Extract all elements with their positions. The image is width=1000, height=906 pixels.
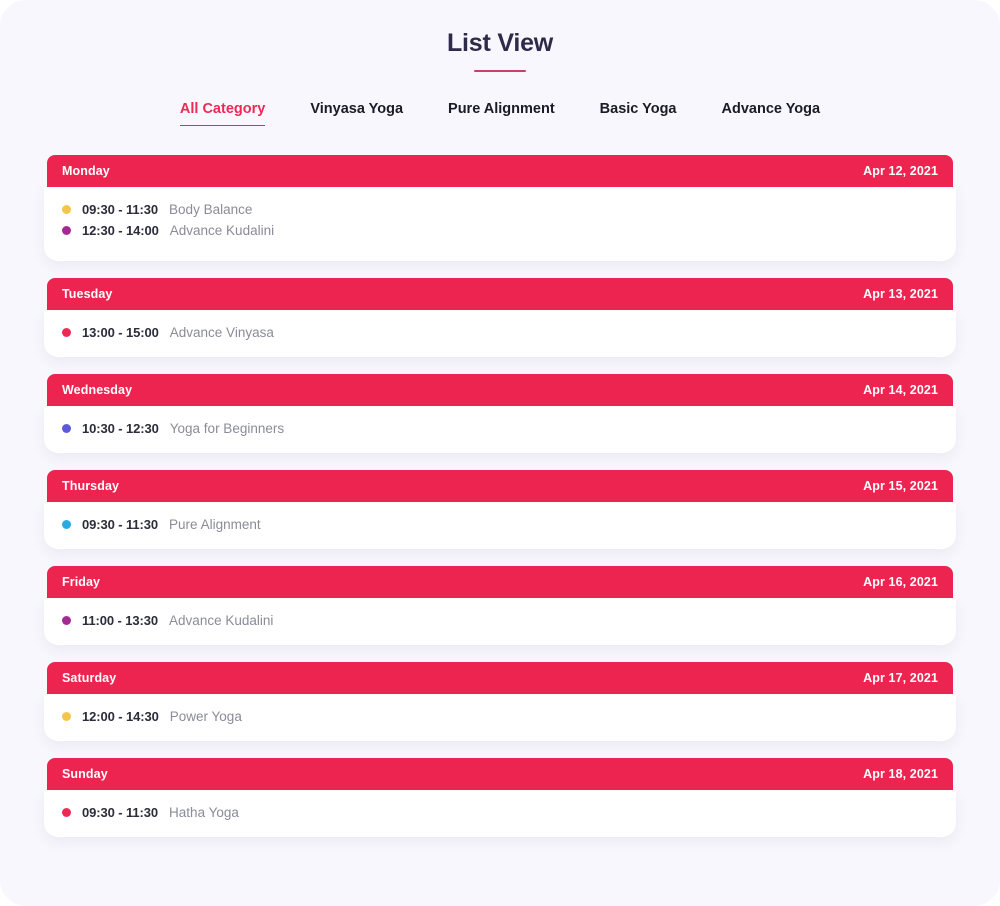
tab-vinyasa-yoga[interactable]: Vinyasa Yoga xyxy=(310,99,403,126)
day-body: 13:00 - 15:00 Advance Vinyasa xyxy=(44,310,956,357)
event-color-dot-icon xyxy=(62,328,71,337)
day-card: Sunday Apr 18, 2021 09:30 - 11:30 Hatha Yog… xyxy=(44,758,956,837)
day-card: Friday Apr 16, 2021 11:00 - 13:30 Advance K… xyxy=(44,566,956,645)
event-row[interactable]: 12:00 - 14:30 Power Yoga xyxy=(44,706,956,727)
day-body: 10:30 - 12:30 Yoga for Beginners xyxy=(44,406,956,453)
tab-advance-yoga[interactable]: Advance Yoga xyxy=(722,99,821,126)
day-header[interactable]: Saturday Apr 17, 2021 xyxy=(47,662,953,694)
page-title: List View xyxy=(446,29,554,57)
day-body: 09:30 - 11:30 Hatha Yoga xyxy=(44,790,956,837)
day-name: Monday xyxy=(62,164,110,178)
event-row[interactable]: 09:30 - 11:30 Pure Alignment xyxy=(44,514,956,535)
event-color-dot-icon xyxy=(62,205,71,214)
event-title: Advance Kudalini xyxy=(169,223,275,238)
list-view-page: List View All Category Vinyasa Yoga Pure A… xyxy=(0,0,1000,906)
event-title: Advance Vinyasa xyxy=(169,325,274,340)
event-time: 13:00 - 15:00 xyxy=(82,325,159,340)
day-list: Monday Apr 12, 2021 09:30 - 11:30 Body Bala… xyxy=(0,155,1000,837)
event-title: Body Balance xyxy=(169,202,253,217)
day-date: Apr 14, 2021 xyxy=(863,383,938,397)
day-date: Apr 16, 2021 xyxy=(863,575,938,589)
event-time: 10:30 - 12:30 xyxy=(82,421,159,436)
day-header[interactable]: Thursday Apr 15, 2021 xyxy=(47,470,953,502)
tab-basic-yoga[interactable]: Basic Yoga xyxy=(600,99,677,126)
day-header[interactable]: Monday Apr 12, 2021 xyxy=(47,155,953,187)
event-row[interactable]: 09:30 - 11:30 Body Balance xyxy=(44,199,956,220)
day-date: Apr 17, 2021 xyxy=(863,671,938,685)
event-time: 11:00 - 13:30 xyxy=(82,613,159,628)
tab-all-category[interactable]: All Category xyxy=(179,99,266,126)
event-time: 12:30 - 14:00 xyxy=(82,223,159,238)
day-card: Tuesday Apr 13, 2021 13:00 - 15:00 Advance … xyxy=(44,278,956,357)
day-body: 09:30 - 11:30 Pure Alignment xyxy=(44,502,956,549)
title-underline xyxy=(474,70,526,72)
day-card: Saturday Apr 17, 2021 12:00 - 14:30 Power Y… xyxy=(44,662,956,741)
day-date: Apr 13, 2021 xyxy=(863,287,938,301)
event-color-dot-icon xyxy=(62,226,71,235)
day-header[interactable]: Wednesday Apr 14, 2021 xyxy=(47,374,953,406)
day-name: Friday xyxy=(62,575,101,589)
event-color-dot-icon xyxy=(62,712,71,721)
tab-pure-alignment[interactable]: Pure Alignment xyxy=(448,99,555,126)
day-body: 12:00 - 14:30 Power Yoga xyxy=(44,694,956,741)
day-header[interactable]: Tuesday Apr 13, 2021 xyxy=(47,278,953,310)
day-body: 09:30 - 11:30 Body Balance 12:30 - 14:00 Ad… xyxy=(44,187,956,261)
event-color-dot-icon xyxy=(62,424,71,433)
day-header[interactable]: Friday Apr 16, 2021 xyxy=(47,566,953,598)
event-color-dot-icon xyxy=(62,808,71,817)
day-name: Sunday xyxy=(62,767,108,781)
event-title: Power Yoga xyxy=(169,709,242,724)
day-name: Wednesday xyxy=(62,383,133,397)
event-row[interactable]: 13:00 - 15:00 Advance Vinyasa xyxy=(44,322,956,343)
day-body: 11:00 - 13:30 Advance Kudalini xyxy=(44,598,956,645)
day-name: Saturday xyxy=(62,671,117,685)
event-title: Advance Kudalini xyxy=(169,613,274,628)
day-name: Thursday xyxy=(62,479,120,493)
event-color-dot-icon xyxy=(62,616,71,625)
day-name: Tuesday xyxy=(62,287,113,301)
day-header[interactable]: Sunday Apr 18, 2021 xyxy=(47,758,953,790)
day-card: Monday Apr 12, 2021 09:30 - 11:30 Body Bala… xyxy=(44,155,956,261)
event-title: Hatha Yoga xyxy=(169,805,239,820)
event-time: 09:30 - 11:30 xyxy=(82,517,159,532)
event-time: 09:30 - 11:30 xyxy=(82,202,159,217)
day-date: Apr 12, 2021 xyxy=(863,164,938,178)
day-card: Thursday Apr 15, 2021 09:30 - 11:30 Pure Al… xyxy=(44,470,956,549)
event-time: 09:30 - 11:30 xyxy=(82,805,159,820)
event-time: 12:00 - 14:30 xyxy=(82,709,159,724)
day-date: Apr 18, 2021 xyxy=(863,767,938,781)
event-color-dot-icon xyxy=(62,520,71,529)
category-tabs: All Category Vinyasa Yoga Pure Alignment Ba… xyxy=(0,99,1000,126)
event-row[interactable]: 12:30 - 14:00 Advance Kudalini xyxy=(44,220,956,241)
event-row[interactable]: 11:00 - 13:30 Advance Kudalini xyxy=(44,610,956,631)
event-title: Pure Alignment xyxy=(169,517,261,532)
event-row[interactable]: 09:30 - 11:30 Hatha Yoga xyxy=(44,802,956,823)
day-card: Wednesday Apr 14, 2021 10:30 - 12:30 Yoga f… xyxy=(44,374,956,453)
page-header: List View xyxy=(0,0,1000,72)
event-row[interactable]: 10:30 - 12:30 Yoga for Beginners xyxy=(44,418,956,439)
event-title: Yoga for Beginners xyxy=(169,421,285,436)
day-date: Apr 15, 2021 xyxy=(863,479,938,493)
